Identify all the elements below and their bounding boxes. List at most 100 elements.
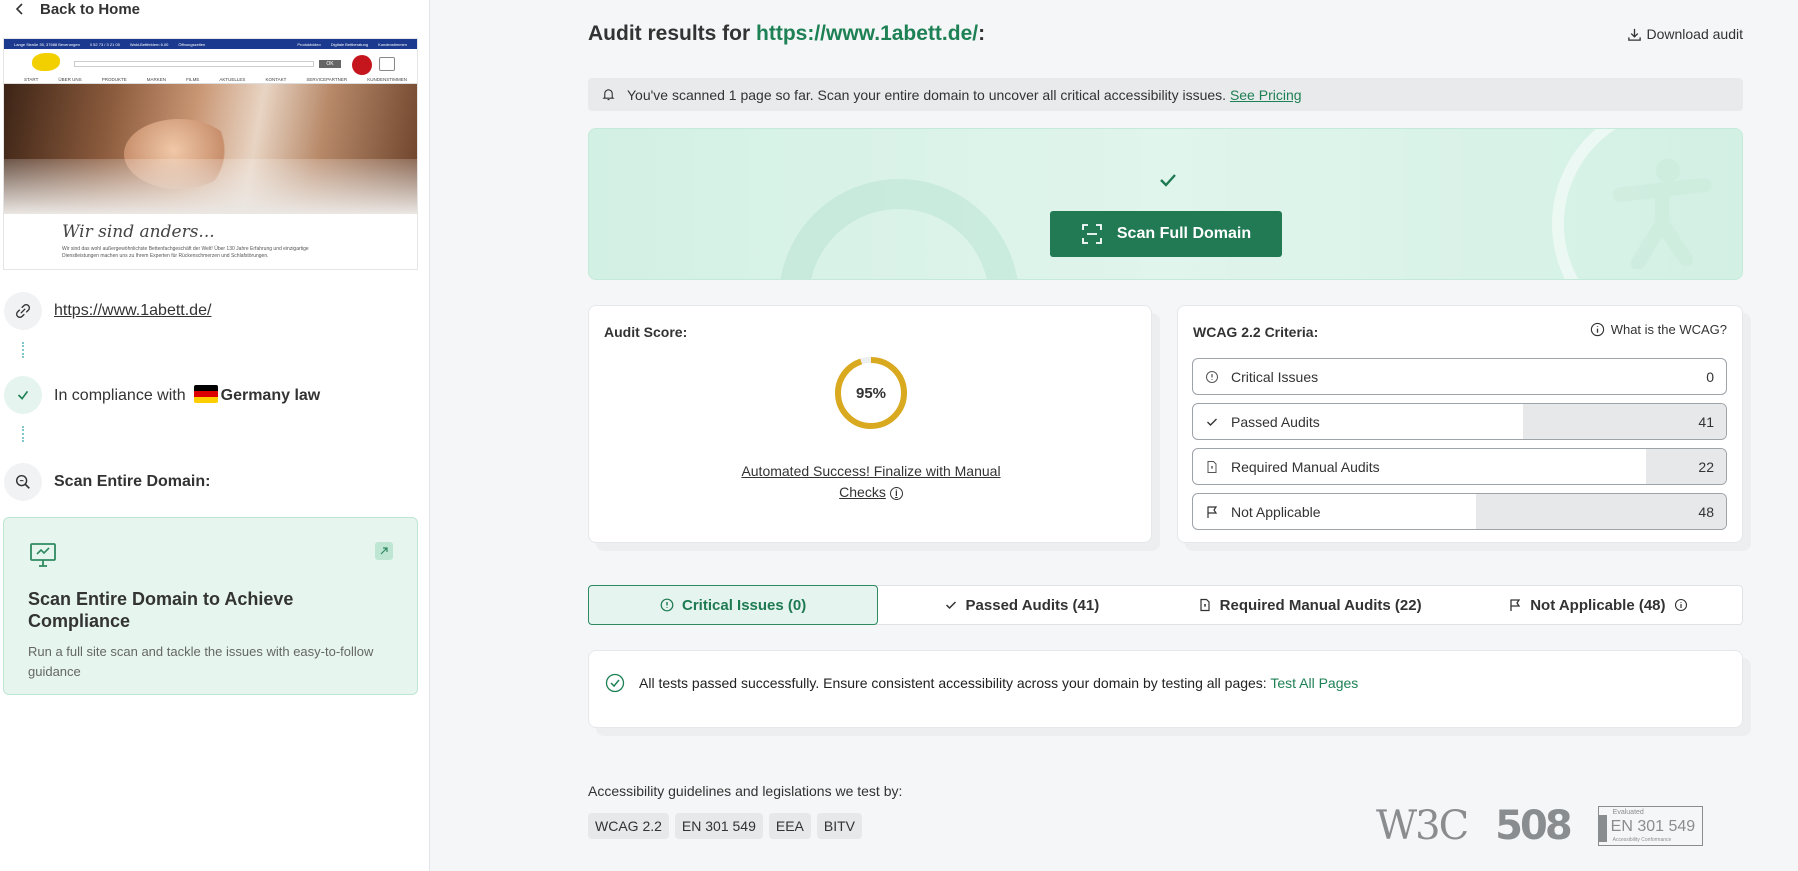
result-message: All tests passed successfully. Ensure co… <box>639 675 1267 691</box>
guideline-badge: EN 301 549 <box>674 813 763 839</box>
accessibility-icon <box>1612 158 1712 269</box>
thumb-menu-item: START <box>24 77 39 82</box>
page-title: Audit results for https://www.1abett.de/… <box>588 22 985 46</box>
results-tabs: Critical Issues (0) Passed Audits (41) R… <box>588 585 1743 625</box>
thumb-info: Digitale Bettberatung <box>330 41 369 47</box>
thumb-pillow <box>4 159 417 214</box>
document-icon <box>1207 460 1217 473</box>
step-url: https://www.1abett.de/ <box>4 292 211 330</box>
guideline-badge: EEA <box>768 813 811 839</box>
criteria-label: Not Applicable <box>1231 503 1321 520</box>
check-circle-icon <box>605 673 625 693</box>
thumb-menu-item: KUNDENSTIMMEN <box>367 77 407 82</box>
alert-circle-icon <box>1206 370 1218 383</box>
score-value: 95% <box>855 384 887 402</box>
criteria-label: Critical Issues <box>1231 368 1319 385</box>
tab-label: Required Manual Audits (22) <box>1219 596 1422 614</box>
thumb-seal <box>352 55 372 75</box>
thumb-menu-item: ÜBER UNS <box>58 77 82 82</box>
chevron-left-icon <box>15 3 23 15</box>
tab-label: Not Applicable (48) <box>1530 596 1666 614</box>
thumb-info: Produktvideo <box>297 41 321 47</box>
thumb-menu: START ÜBER UNS PRODUKTE MARKEN FILME AKT… <box>24 77 407 82</box>
thumb-info: Kundenstimmen <box>378 41 407 47</box>
guidelines-label: Accessibility guidelines and legislation… <box>588 783 903 799</box>
thumb-info: Lange Straße 35, 37688 Beverungen <box>14 41 80 47</box>
scan-domain-promo-card[interactable]: Scan Entire Domain to Achieve Compliance… <box>3 517 418 695</box>
thumb-ok: OK <box>319 60 341 68</box>
step-compliance: In compliance with Germany law <box>4 376 320 414</box>
score-message-line2: Checks <box>839 484 886 500</box>
en-logo-evaluated: Evaluated <box>1612 809 1644 816</box>
criteria-row-critical[interactable]: Critical Issues 0 <box>1192 358 1727 395</box>
criteria-row-not-applicable[interactable]: Not Applicable 48 <box>1192 493 1727 530</box>
tab-label: Passed Audits (41) <box>965 596 1100 614</box>
audit-score-card: Audit Score: 95% Automated Success! Fina… <box>588 305 1152 543</box>
w3c-logo: W3C <box>1376 803 1469 849</box>
flag-icon <box>1510 599 1521 611</box>
check-icon <box>945 601 956 610</box>
audit-score-title: Audit Score: <box>604 324 688 340</box>
back-label: Back to Home <box>40 0 141 18</box>
tab-passed-audits[interactable]: Passed Audits (41) <box>877 586 1165 624</box>
test-all-pages-link[interactable]: Test All Pages <box>1270 675 1358 691</box>
tab-label: Critical Issues (0) <box>682 596 807 614</box>
wcag-criteria-card: WCAG 2.2 Criteria: What is the WCAG? Cri… <box>1177 305 1743 543</box>
scan-banner: Scan Full Domain <box>588 128 1743 280</box>
scan-entire-domain-label: Scan Entire Domain: <box>54 473 211 490</box>
compliance-country: Germany law <box>220 387 321 404</box>
thumbnail-nav: OK START ÜBER UNS PRODUKTE MARKEN FILME … <box>4 49 417 84</box>
thumb-menu-item: AKTUELLES <box>219 77 246 82</box>
tab-required-manual-audits[interactable]: Required Manual Audits (22) <box>1166 586 1454 624</box>
what-is-wcag-link[interactable]: What is the WCAG? <box>1590 322 1727 337</box>
download-label: Download audit <box>1646 26 1743 42</box>
scan-full-domain-button[interactable]: Scan Full Domain <box>1050 211 1282 257</box>
tab-critical-issues[interactable]: Critical Issues (0) <box>588 585 879 625</box>
tab-not-applicable[interactable]: Not Applicable (48) <box>1454 586 1742 624</box>
see-pricing-link[interactable]: See Pricing <box>1230 87 1302 103</box>
scan-button-label: Scan Full Domain <box>1116 225 1252 242</box>
thumb-search <box>74 61 314 67</box>
title-url: https://www.1abett.de/ <box>756 22 979 45</box>
document-icon <box>1200 598 1210 612</box>
thumb-slogan: Wir sind anders... <box>62 222 215 242</box>
check-icon <box>1160 174 1176 187</box>
what-is-wcag-label: What is the WCAG? <box>1610 322 1727 337</box>
thumbnail-topbar: Lange Straße 35, 37688 Beverungen 0 52 7… <box>4 39 417 49</box>
criteria-count: 0 <box>1706 368 1714 385</box>
promo-description: Run a full site scan and tackle the issu… <box>28 644 374 680</box>
criteria-row-passed[interactable]: Passed Audits 41 <box>1192 403 1727 440</box>
check-icon <box>4 376 42 414</box>
link-icon <box>4 292 42 330</box>
criteria-label: Required Manual Audits <box>1231 458 1380 475</box>
check-icon <box>1207 418 1217 426</box>
score-message[interactable]: Automated Success! Finalize with Manual … <box>709 461 1033 503</box>
wcag-title: WCAG 2.2 Criteria: <box>1193 324 1319 340</box>
external-arrow-icon[interactable] <box>375 542 393 560</box>
compliance-text: In compliance with Germany law <box>54 385 320 405</box>
info-icon[interactable]: i <box>889 487 903 501</box>
alert-circle-icon <box>660 598 674 612</box>
monitor-scan-icon <box>28 540 393 575</box>
thumb-menu-item: MARKEN <box>146 77 167 82</box>
scanned-url-link[interactable]: https://www.1abett.de/ <box>54 302 211 320</box>
compliance-prefix: In compliance with <box>54 387 186 404</box>
thumb-text: Wir sind das wohl außergewöhnlichste Bet… <box>62 246 309 259</box>
search-icon <box>4 463 42 501</box>
info-icon <box>1590 322 1604 337</box>
thumb-info: Wald-Bettfeldern 6.00 <box>129 41 169 47</box>
thumb-menu-item: SERVICEPARTNER <box>306 77 348 82</box>
criteria-count: 22 <box>1698 458 1714 475</box>
step-connector <box>22 342 24 358</box>
info-icon[interactable] <box>1674 598 1688 612</box>
score-message-line1: Automated Success! Finalize with Manual <box>741 463 1001 479</box>
thumb-cart-icon <box>379 57 395 71</box>
download-icon <box>1628 28 1642 41</box>
en-logo-sub: Accessibility Conformance <box>1612 837 1672 843</box>
sidebar: Back to Home Lange Straße 35, 37688 Beve… <box>0 0 430 871</box>
criteria-row-manual[interactable]: Required Manual Audits 22 <box>1192 448 1727 485</box>
back-to-home-link[interactable]: Back to Home <box>14 0 140 18</box>
criteria-label: Passed Audits <box>1231 413 1320 430</box>
download-audit-button[interactable]: Download audit <box>1627 26 1743 42</box>
thumb-hero-image <box>4 84 417 214</box>
